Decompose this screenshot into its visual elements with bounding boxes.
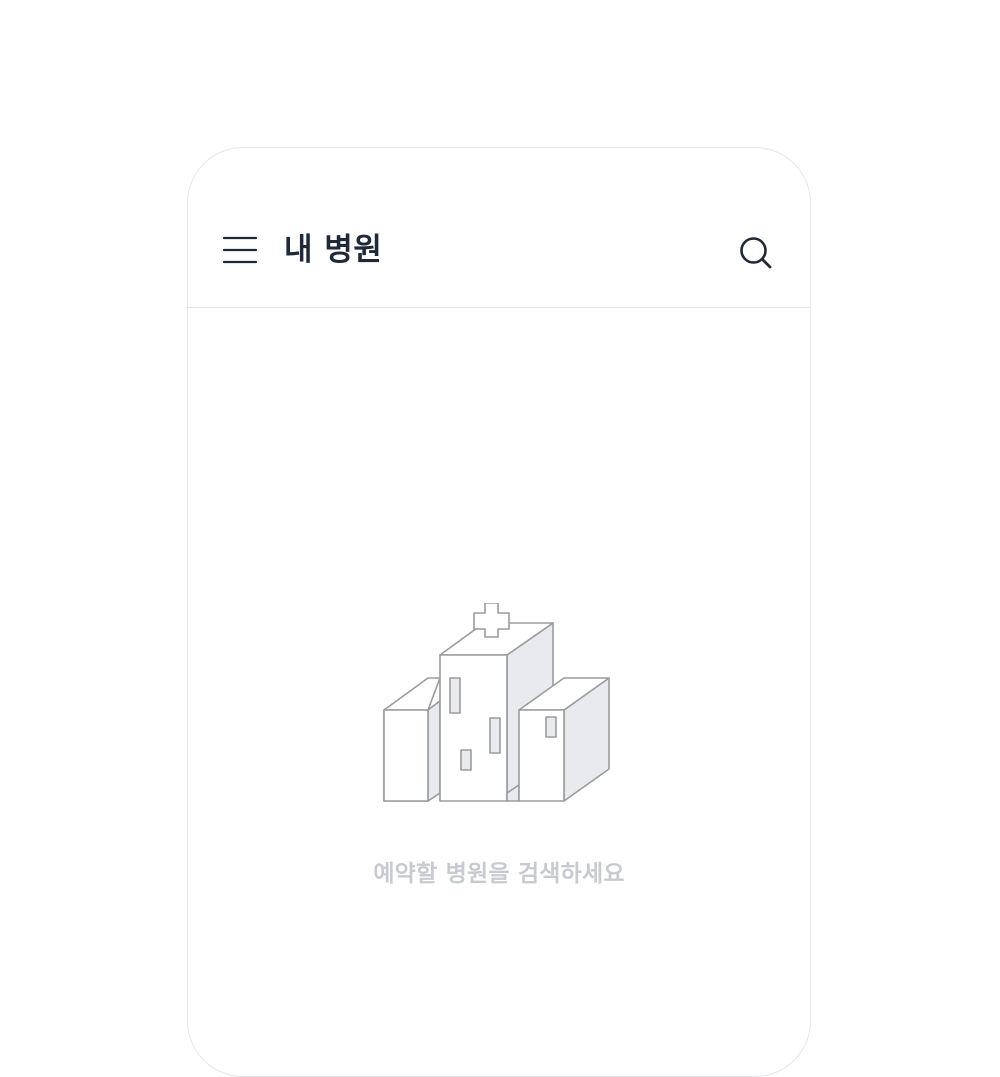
empty-state: 예약할 병원을 검색하세요 — [188, 308, 810, 1076]
phone-frame: 내 병원 예약할 병원을 검색하세요 — [187, 147, 811, 1077]
app-header: 내 병원 — [188, 148, 810, 308]
search-button[interactable] — [736, 232, 776, 272]
empty-state-message: 예약할 병원을 검색하세요 — [373, 861, 625, 887]
menu-button[interactable] — [220, 232, 260, 268]
page-title: 내 병원 — [284, 232, 383, 268]
search-icon — [740, 237, 772, 269]
hospital-illustration-icon — [383, 603, 610, 802]
hamburger-menu-icon — [222, 236, 258, 264]
